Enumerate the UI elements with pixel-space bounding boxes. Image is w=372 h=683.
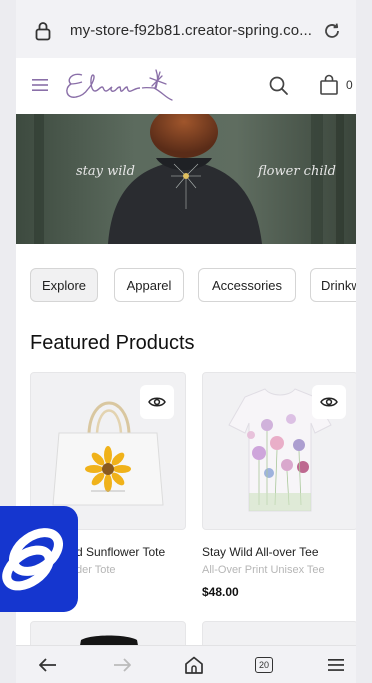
forward-button[interactable] [110,654,134,676]
browser-url-bar: my-store-f92b81.creator-spring.co... [16,0,356,58]
hero-image [16,114,356,244]
quick-view-button[interactable] [312,385,346,419]
url-text: my-store-f92b81.creator-spring.co... [70,22,313,39]
product-price-tee: $48.00 [202,585,239,599]
store-logo[interactable] [62,66,180,106]
menu-icon[interactable] [32,78,48,92]
home-icon [185,656,203,674]
search-icon[interactable] [268,75,290,97]
site-header: 0 [16,58,356,114]
product-type-tote: der Tote [76,564,116,576]
bag-icon[interactable] [319,74,339,96]
forward-icon [114,658,131,672]
loop-logo-icon [2,528,63,591]
product-type-tee: All-Over Print Unisex Tee [202,564,325,576]
address-field[interactable]: my-store-f92b81.creator-spring.co... [20,12,352,50]
back-icon [39,658,56,672]
section-title: Featured Products [30,332,195,354]
browser-menu-icon [328,659,344,671]
hero-left-text: stay wild [76,164,135,179]
category-chips: Explore Apparel Accessories Drinkw [16,256,356,316]
chip-apparel[interactable]: Apparel [114,268,184,302]
hero-right-text: flower child [258,164,336,179]
chip-explore[interactable]: Explore [30,268,98,302]
browser-menu-button[interactable] [324,654,348,676]
reload-icon[interactable] [322,21,342,41]
home-button[interactable] [182,654,206,676]
phone-frame: my-store-f92b81.creator-spring.co... 0 s… [0,0,372,683]
eye-icon [148,397,166,407]
hero-banner[interactable]: stay wild flower child [16,114,356,244]
product-card-tee[interactable] [202,372,356,530]
product-name-tote[interactable]: d Sunflower Tote [76,545,165,559]
chip-accessories[interactable]: Accessories [198,268,296,302]
floating-assistant-badge[interactable] [0,506,78,612]
product-name-tee[interactable]: Stay Wild All-over Tee [202,545,319,559]
eye-icon [320,397,338,407]
tabs-button[interactable]: 20 [252,654,276,676]
back-button[interactable] [36,654,60,676]
quick-view-button[interactable] [140,385,174,419]
chip-drinkware[interactable]: Drinkw [310,268,356,302]
cart-count: 0 [346,78,353,92]
tabs-icon: 20 [255,657,273,673]
lock-icon [35,22,51,41]
browser-toolbar: 20 [16,645,356,683]
